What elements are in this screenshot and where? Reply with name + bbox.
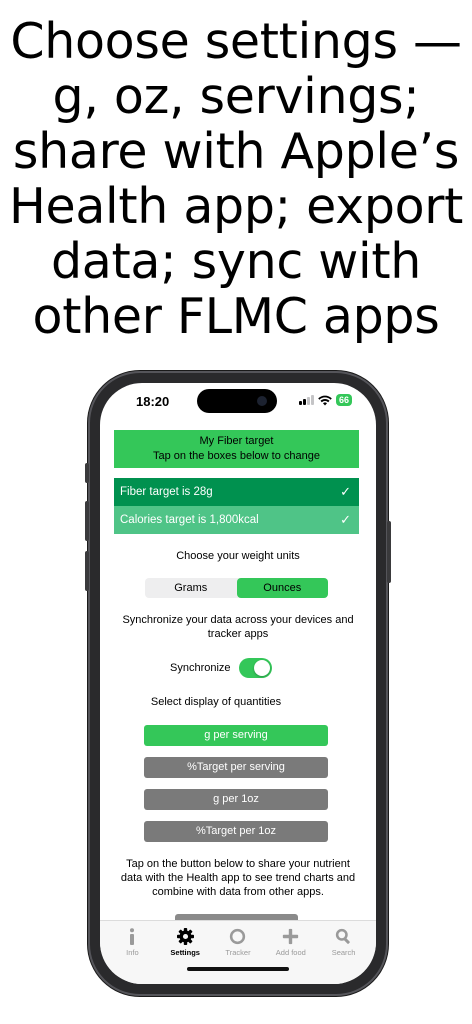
- headline-line: Health app; export: [8, 178, 464, 235]
- fiber-target-row[interactable]: Fiber target is 28g ✓: [114, 478, 359, 506]
- headline-line: other FLMC apps: [32, 288, 440, 345]
- camera-icon: [257, 396, 267, 406]
- phone-frame: 18:20 66 My Fiber target Tap on the boxe…: [85, 371, 391, 996]
- health-description: Tap on the button below to share your nu…: [100, 857, 376, 899]
- headline-line: g, oz, servings;: [52, 68, 420, 125]
- sync-description-line: tracker apps: [207, 628, 269, 640]
- calories-target-label: Calories target is 1,800kcal: [120, 514, 259, 526]
- toggle-knob: [254, 660, 270, 676]
- units-option-ounces[interactable]: Ounces: [236, 578, 328, 598]
- headline-line: Choose settings —: [10, 13, 462, 70]
- tab-settings[interactable]: Settings: [159, 921, 212, 984]
- dynamic-island: [197, 389, 277, 413]
- fiber-target-label: Fiber target is 28g: [120, 486, 213, 498]
- tab-tracker[interactable]: Tracker: [212, 921, 265, 984]
- checkmark-icon: ✓: [340, 484, 351, 499]
- info-icon: [130, 927, 135, 945]
- calories-target-row[interactable]: Calories target is 1,800kcal ✓: [114, 506, 359, 534]
- wifi-icon: [318, 395, 332, 405]
- qty-option-target-per-serving[interactable]: %Target per serving: [144, 757, 328, 778]
- home-indicator: [187, 967, 289, 971]
- target-title: My Fiber target: [199, 435, 274, 447]
- tab-label: Search: [331, 948, 356, 957]
- tab-label: Tracker: [225, 948, 251, 957]
- power-button: [387, 521, 391, 583]
- target-subtitle: Tap on the boxes below to change: [153, 450, 320, 462]
- tab-search[interactable]: Search: [317, 921, 370, 984]
- tab-label: Info: [126, 948, 139, 957]
- headline-line: share with Apple’s: [12, 123, 460, 180]
- tab-label: Add food: [275, 948, 306, 957]
- qty-option-g-per-1oz[interactable]: g per 1oz: [144, 789, 328, 810]
- sync-description: Synchronize your data across your device…: [100, 613, 376, 641]
- headline: Choose settings — g, oz, servings; share…: [0, 14, 472, 344]
- action-button: [85, 463, 89, 483]
- weight-units-label: Choose your weight units: [176, 550, 300, 562]
- status-icons: 66: [298, 394, 352, 406]
- qty-option-g-per-serving[interactable]: g per serving: [144, 725, 328, 746]
- ring-icon: [230, 928, 246, 944]
- sync-description-line: Synchronize your data across your device…: [122, 614, 354, 626]
- status-time: 18:20: [136, 394, 170, 409]
- headline-line: data; sync with: [50, 233, 421, 290]
- fiber-target-header: My Fiber target Tap on the boxes below t…: [114, 430, 359, 468]
- volume-down-button: [85, 551, 89, 591]
- tab-label: Settings: [170, 948, 200, 957]
- qty-option-target-per-1oz[interactable]: %Target per 1oz: [144, 821, 328, 842]
- tab-bar: Info Settings Tracker Add food Search: [100, 920, 376, 984]
- tab-add-food[interactable]: Add food: [264, 921, 317, 984]
- sync-toggle-label: Synchronize: [170, 662, 231, 674]
- app-screen: 18:20 66 My Fiber target Tap on the boxe…: [100, 383, 376, 984]
- units-option-grams[interactable]: Grams: [145, 578, 237, 598]
- volume-up-button: [85, 501, 89, 541]
- magnifier-icon: [335, 928, 350, 944]
- checkmark-icon: ✓: [340, 512, 351, 527]
- tab-info[interactable]: Info: [106, 921, 159, 984]
- battery-icon: 66: [335, 394, 352, 406]
- weight-units-segmented-control: Grams Ounces: [145, 578, 328, 598]
- quantities-label: Select display of quantities: [150, 696, 282, 708]
- health-description-line: Tap on the button below to share your nu…: [126, 858, 350, 870]
- plus-icon: [283, 928, 299, 944]
- gear-icon: [176, 927, 194, 945]
- signal-icon: [298, 395, 314, 405]
- sync-toggle[interactable]: [239, 658, 272, 678]
- health-description-line: combine with data from other apps.: [152, 886, 324, 898]
- health-description-line: data with the Health app to see trend ch…: [120, 872, 356, 884]
